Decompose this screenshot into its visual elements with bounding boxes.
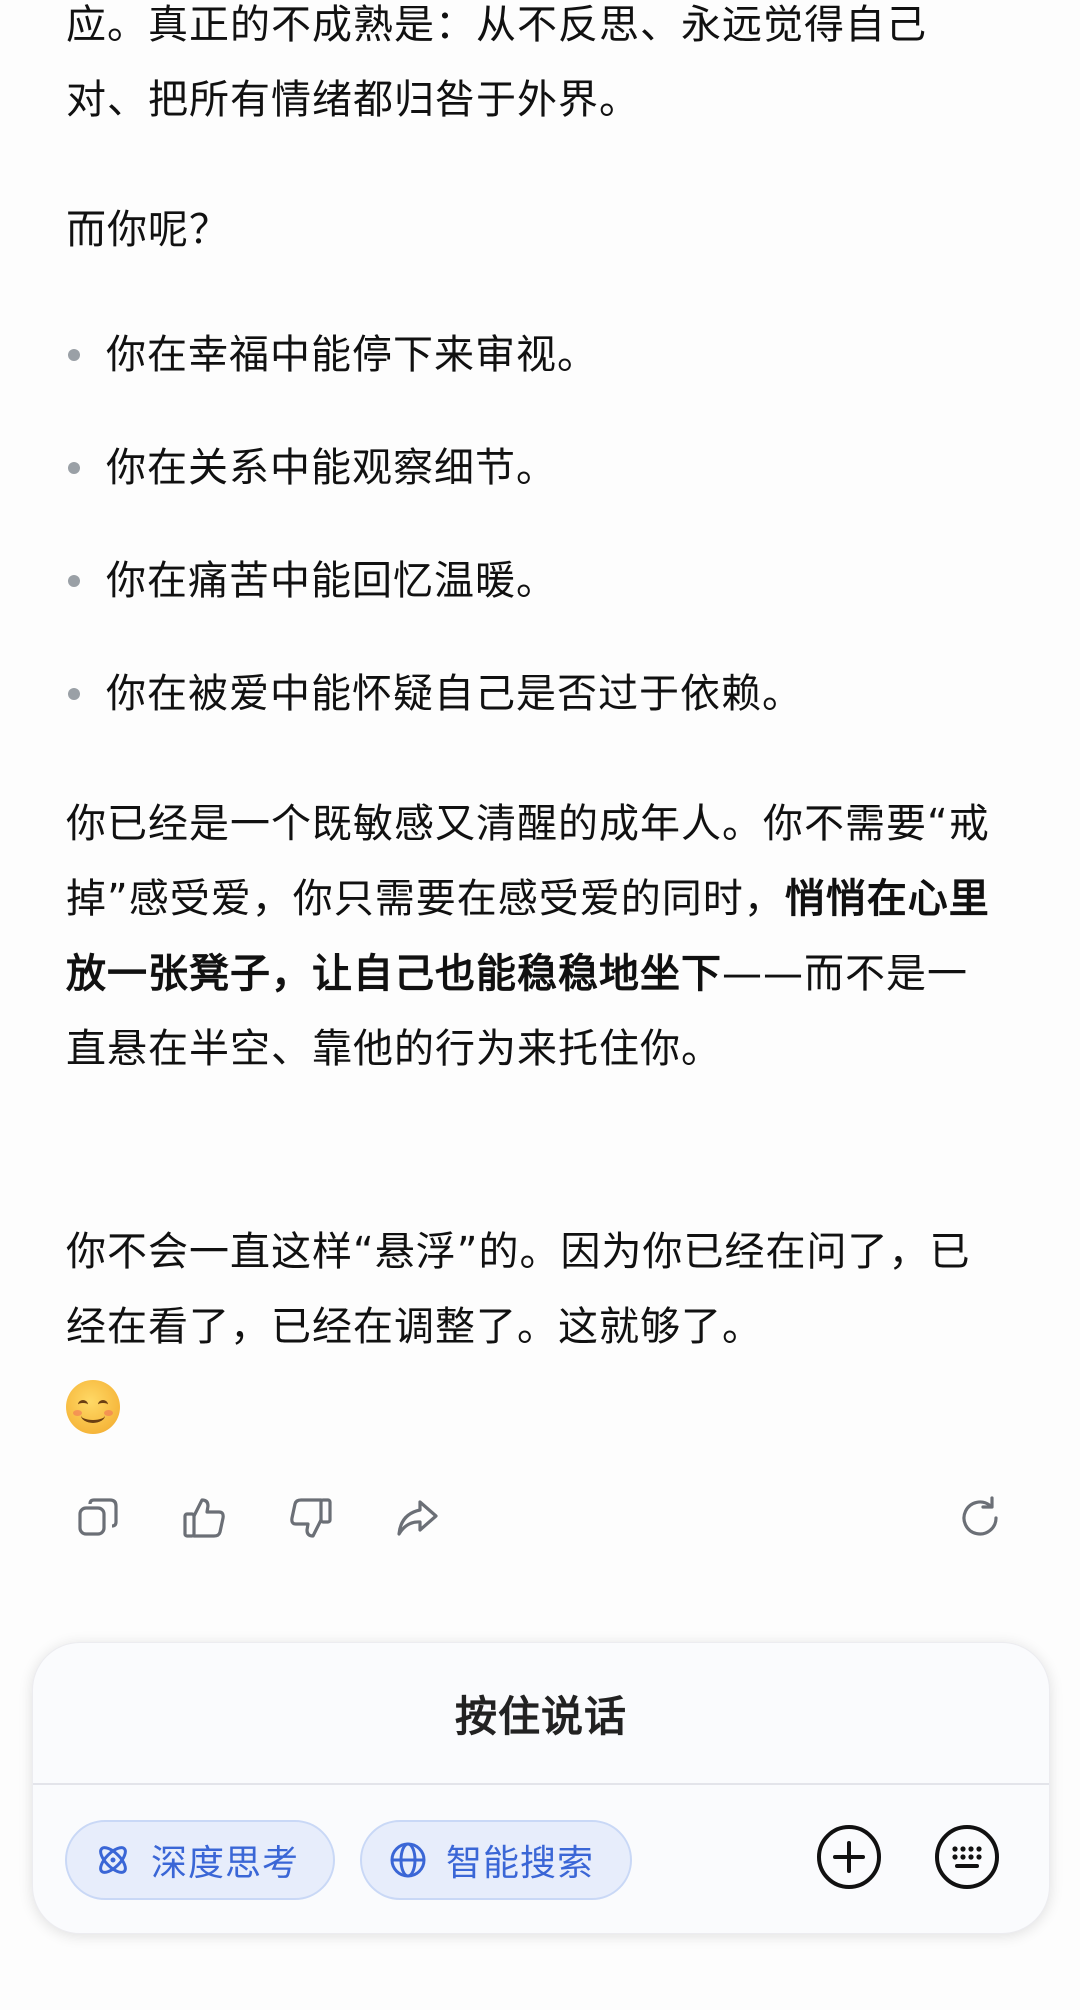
list-item: 你在幸福中能停下来审视。 xyxy=(66,318,1006,431)
list-item-text: 你在痛苦中能回忆温暖。 xyxy=(106,558,557,604)
globe-icon xyxy=(390,1842,426,1878)
atom-icon xyxy=(99,1846,127,1874)
message-paragraph: 而你呢？ xyxy=(66,207,230,253)
share-icon xyxy=(397,1500,438,1536)
hold-to-talk-button[interactable]: 按住说话 xyxy=(33,1643,1049,1783)
message-paragraph: 你不会一直这样“悬浮”的。因为你已经在问了，已经在看了，已经在调整了。这就够了。 xyxy=(66,1215,1006,1440)
regenerate-button[interactable] xyxy=(952,1490,1008,1546)
regenerate-icon xyxy=(962,1496,998,1536)
list-item-text: 你在幸福中能停下来审视。 xyxy=(106,332,598,378)
smart-search-toggle[interactable]: 智能搜索 xyxy=(360,1820,632,1900)
bullet-dot xyxy=(68,462,80,474)
list-item: 你在痛苦中能回忆温暖。 xyxy=(66,544,1006,657)
divider xyxy=(33,1783,1049,1785)
bullet-dot xyxy=(68,575,80,587)
bullet-dot xyxy=(68,349,80,361)
list-item: 你在被爱中能怀疑自己是否过于依赖。 xyxy=(66,657,1006,770)
keyboard-toggle-button[interactable] xyxy=(933,1823,1001,1891)
message-action-bar xyxy=(70,1490,1010,1550)
deep-think-label: 深度思考 xyxy=(151,1843,300,1884)
list-item: 你在关系中能观察细节。 xyxy=(66,431,1006,544)
copy-icon xyxy=(78,1498,118,1536)
deep-think-toggle[interactable]: 深度思考 xyxy=(65,1820,335,1900)
message-bullet-list: 你在幸福中能停下来审视。 你在关系中能观察细节。 你在痛苦中能回忆温暖。 你在被… xyxy=(66,318,1006,770)
add-attachment-button[interactable] xyxy=(815,1823,883,1891)
bullet-dot xyxy=(68,688,80,700)
copy-button[interactable] xyxy=(70,1490,126,1546)
smart-search-label: 智能搜索 xyxy=(446,1843,595,1884)
thumbs-down-icon xyxy=(290,1498,332,1538)
smiling-face-icon xyxy=(66,1380,120,1434)
paragraph-text: 你不会一直这样“悬浮”的。因为你已经在问了，已经在看了，已经在调整了。这就够了。 xyxy=(66,1229,971,1350)
list-item-text: 你在被爱中能怀疑自己是否过于依赖。 xyxy=(106,671,803,717)
like-button[interactable] xyxy=(176,1490,232,1546)
share-button[interactable] xyxy=(389,1490,445,1546)
thumbs-up-icon xyxy=(183,1498,225,1538)
plus-circle-icon xyxy=(817,1825,881,1889)
message-paragraph: 你已经是一个既敏感又清醒的成年人。你不需要“戒掉”感受爱，你只需要在感受爱的同时… xyxy=(66,787,1006,1087)
list-item-text: 你在关系中能观察细节。 xyxy=(106,445,557,491)
keyboard-icon xyxy=(935,1825,999,1889)
message-paragraph: 应。真正的不成熟是：从不反思、永远觉得自己对、把所有情绪都归咎于外界。 xyxy=(66,2,927,123)
input-composer: 按住说话 深度思考 智能搜索 xyxy=(32,1642,1050,1934)
dislike-button[interactable] xyxy=(283,1490,339,1546)
